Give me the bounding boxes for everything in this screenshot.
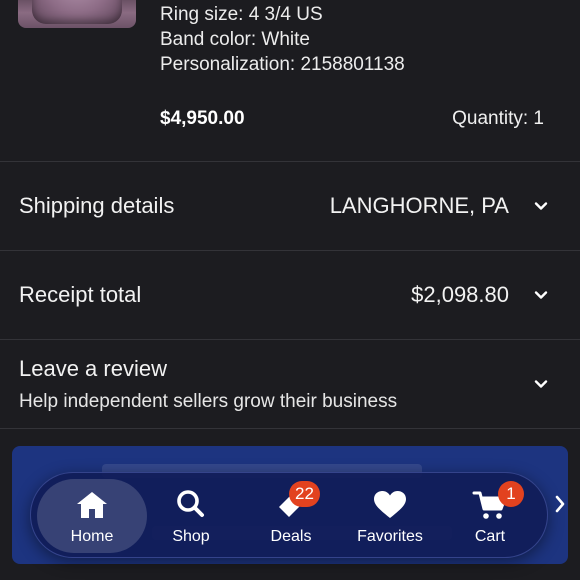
band-color: Band color: White (160, 29, 310, 50)
chevron-down-icon[interactable] (534, 288, 548, 302)
tab-favorites-label: Favorites (357, 528, 423, 545)
receipt-total-value: $2,098.80 (411, 282, 509, 307)
chevron-down-icon[interactable] (534, 377, 548, 391)
tab-cart-label: Cart (474, 528, 506, 545)
chevron-down-icon[interactable] (534, 199, 548, 213)
personalization: Personalization: 2158801138 (160, 54, 405, 75)
heart-icon (372, 489, 408, 521)
ring-image (32, 0, 122, 24)
receipt-total-row[interactable]: Receipt total $2,098.80 (0, 251, 580, 339)
leave-review-row[interactable] (0, 340, 580, 428)
item-price: $4,950.00 (160, 108, 245, 129)
cart-badge: 1 (498, 481, 524, 507)
leave-review-subtitle: Help independent sellers grow their busi… (19, 391, 398, 412)
tab-shop[interactable]: Shop (141, 473, 241, 559)
tab-deals-label: Deals (270, 528, 312, 545)
tab-home[interactable]: Home (42, 473, 142, 559)
deals-badge: 22 (289, 481, 320, 507)
tab-home-label: Home (70, 528, 114, 545)
chevron-right-icon[interactable] (554, 494, 566, 514)
search-icon (173, 489, 209, 521)
divider (0, 428, 580, 429)
shipping-details-label: Shipping details (19, 193, 175, 218)
bottom-tab-bar: Home Shop 22 Deals Favorites 1 Cart (30, 472, 548, 558)
item-thumbnail[interactable] (18, 0, 136, 28)
receipt-total-label: Receipt total (19, 282, 142, 307)
shipping-city-value: LANGHORNE, PA (329, 193, 509, 218)
leave-review-title: Leave a review (19, 356, 167, 381)
tab-deals[interactable]: 22 Deals (241, 473, 341, 559)
tab-shop-label: Shop (172, 528, 210, 545)
tab-cart[interactable]: 1 Cart (440, 473, 540, 559)
ring-size: Ring size: 4 3/4 US (160, 4, 323, 25)
item-details: Ring size: 4 3/4 US Band color: White Pe… (160, 2, 405, 77)
shipping-details-row[interactable]: Shipping details LANGHORNE, PA (0, 162, 580, 250)
item-quantity: Quantity: 1 (452, 108, 544, 129)
home-icon (74, 489, 110, 521)
tab-favorites[interactable]: Favorites (340, 473, 440, 559)
